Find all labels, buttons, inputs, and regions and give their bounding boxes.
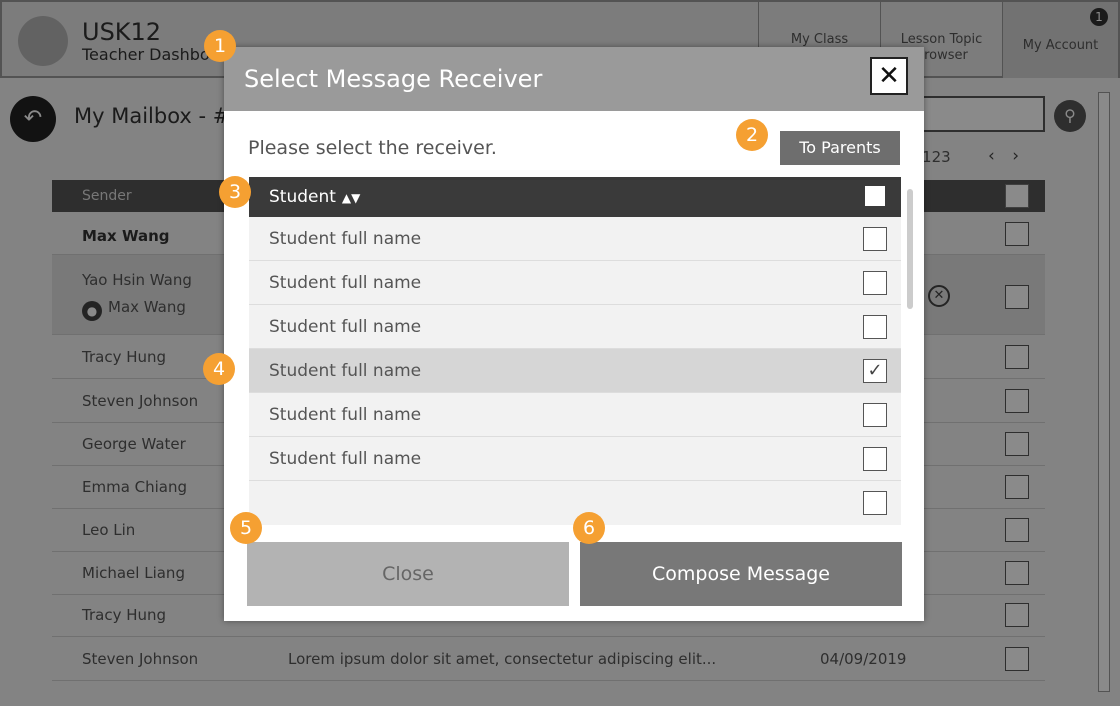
student-checkbox[interactable] bbox=[863, 447, 887, 471]
list-item[interactable]: Student full name bbox=[249, 437, 901, 481]
list-item[interactable]: Student full name bbox=[249, 393, 901, 437]
to-parents-button[interactable]: To Parents bbox=[780, 131, 900, 165]
list-item[interactable]: Student full name bbox=[249, 305, 901, 349]
sort-icon[interactable]: ▲▼ bbox=[342, 191, 360, 205]
list-item[interactable]: Student full name ✓ bbox=[249, 349, 901, 393]
list-item[interactable]: Student full name bbox=[249, 261, 901, 305]
dialog-title: Select Message Receiver bbox=[244, 65, 543, 93]
column-student-label: Student bbox=[269, 187, 336, 207]
list-scrollbar[interactable] bbox=[907, 189, 913, 309]
close-button[interactable]: Close bbox=[247, 542, 569, 606]
student-table-header: Student ▲▼ bbox=[249, 177, 901, 217]
student-checkbox[interactable] bbox=[863, 403, 887, 427]
annotation-badge-5: 5 bbox=[230, 512, 262, 544]
student-name: Student full name bbox=[269, 317, 422, 337]
column-student[interactable]: Student ▲▼ bbox=[269, 187, 360, 207]
student-name: Student full name bbox=[269, 405, 422, 425]
annotation-badge-4: 4 bbox=[203, 353, 235, 385]
annotation-badge-1: 1 bbox=[204, 30, 236, 62]
instruction-text: Please select the receiver. bbox=[248, 137, 497, 159]
list-item[interactable]: Student full name bbox=[249, 217, 901, 261]
check-icon: ✓ bbox=[867, 360, 883, 381]
student-checkbox[interactable] bbox=[863, 491, 887, 515]
student-name: Student full name bbox=[269, 273, 422, 293]
student-list: Student full name Student full name Stud… bbox=[249, 217, 901, 525]
dialog-header: Select Message Receiver ✕ bbox=[224, 47, 924, 111]
close-icon[interactable]: ✕ bbox=[870, 57, 908, 95]
annotation-badge-2: 2 bbox=[736, 119, 768, 151]
student-name: Student full name bbox=[269, 361, 422, 381]
student-name: Student full name bbox=[269, 449, 422, 469]
student-checkbox[interactable] bbox=[863, 315, 887, 339]
annotation-badge-6: 6 bbox=[573, 512, 605, 544]
annotation-badge-3: 3 bbox=[219, 176, 251, 208]
compose-message-button[interactable]: Compose Message bbox=[580, 542, 902, 606]
select-all-students-checkbox[interactable] bbox=[865, 186, 885, 206]
student-name: Student full name bbox=[269, 229, 422, 249]
student-checkbox[interactable] bbox=[863, 271, 887, 295]
student-checkbox-checked[interactable]: ✓ bbox=[863, 359, 887, 383]
student-checkbox[interactable] bbox=[863, 227, 887, 251]
